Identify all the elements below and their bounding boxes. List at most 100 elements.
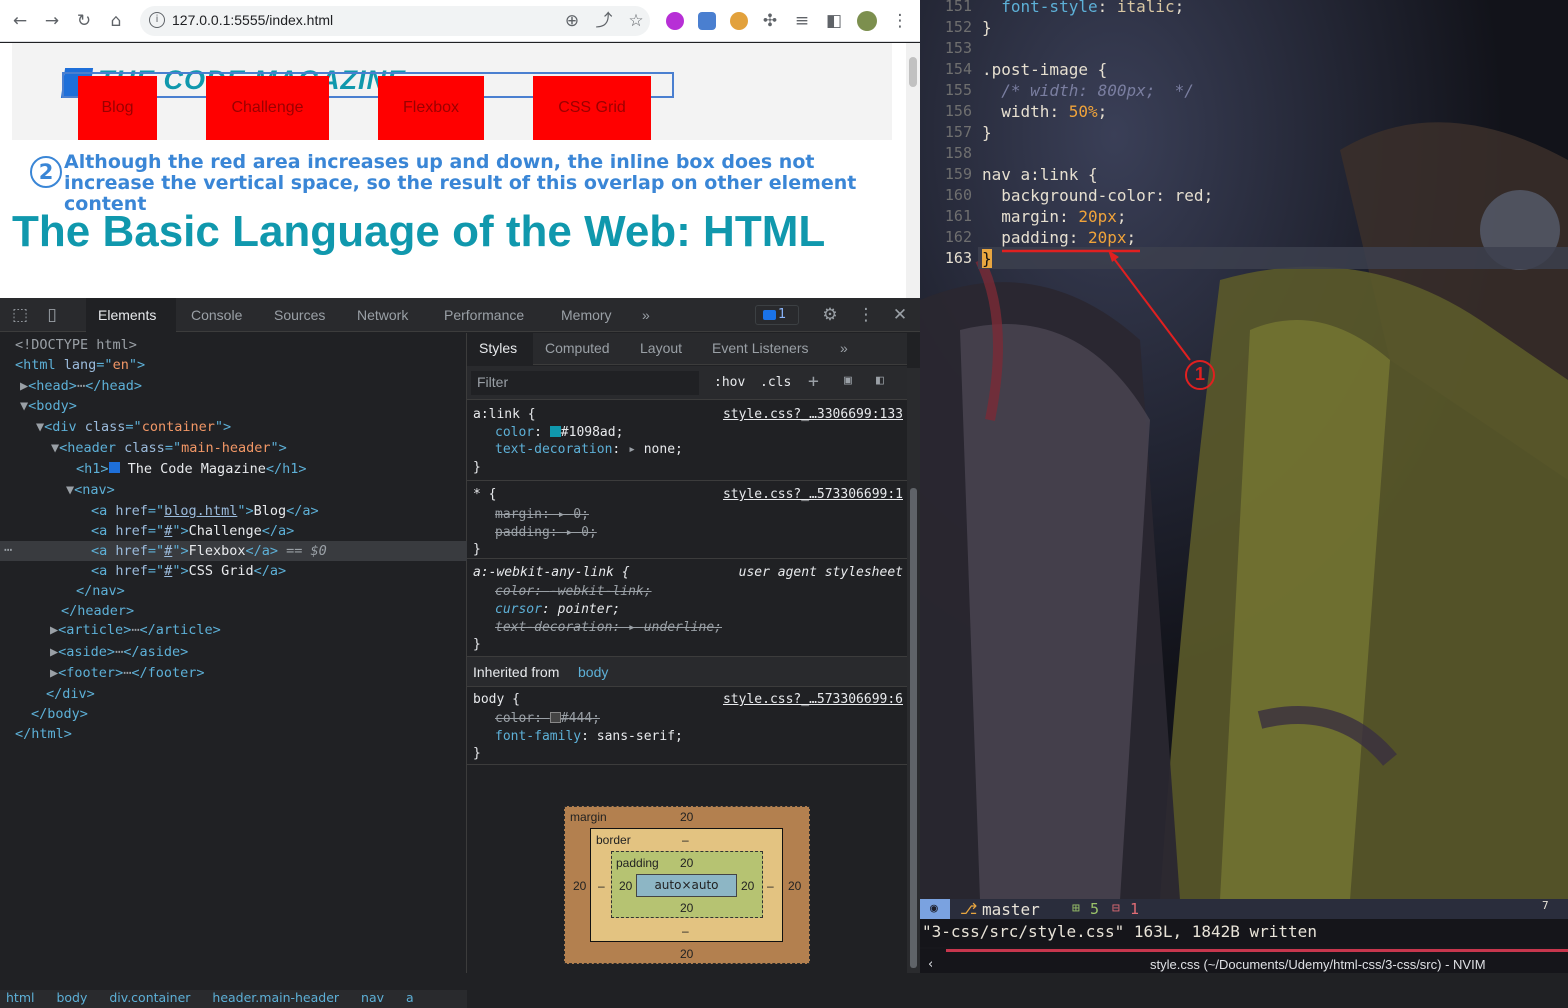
browser-menu-icon[interactable]: ⋮ [888,9,912,33]
border-top[interactable]: – [682,833,689,847]
chevron-left-icon[interactable]: ‹ [928,957,933,972]
color-swatch[interactable] [549,712,561,723]
head-node[interactable]: ▶<head>⋯</head> [20,378,142,394]
prop-padding[interactable]: padding: ▸ 0; [495,525,597,540]
border-left[interactable]: – [598,879,605,893]
box-model-content[interactable]: auto×auto [636,874,737,897]
issues-badge[interactable]: 1 [755,305,799,325]
crumb-body[interactable]: body [56,990,87,1005]
a-challenge-node[interactable]: <a href="#">Challenge</a> [91,523,294,539]
article-node[interactable]: ▶<article>⋯</article> [50,622,221,638]
rule-source-link[interactable]: style.css?_…3306699:133 [723,407,903,422]
color-swatch[interactable] [549,426,561,437]
padding-right[interactable]: 20 [741,879,754,893]
rule-source-link[interactable]: style.css?_…573306699:1 [723,487,903,502]
command-line[interactable]: "3-css/src/style.css" 163L, 1842B writte… [920,919,1568,947]
tab-console[interactable]: Console [191,307,242,323]
a-blog-node[interactable]: <a href="blog.html">Blog</a> [91,503,319,519]
scroll-thumb[interactable] [909,57,917,87]
body-close-node[interactable]: </body> [31,706,88,722]
a-flexbox-node[interactable]: <a href="#">Flexbox</a> == $0 [91,543,327,559]
settings-gear-icon[interactable]: ⚙ [818,303,842,327]
inspect-element-icon[interactable]: ⬚ [8,303,32,327]
forward-icon[interactable]: → [40,9,64,33]
page-scrollbar[interactable] [906,43,920,298]
padding-left[interactable]: 20 [619,879,632,893]
html-close-node[interactable]: </html> [15,726,72,742]
crumb-div[interactable]: div.container [109,990,190,1005]
paint-format-icon[interactable]: ▣ [844,373,852,388]
nav-link-css-grid[interactable]: CSS Grid [533,76,651,140]
crumb-nav[interactable]: nav [361,990,384,1005]
devtools-menu-icon[interactable]: ⋮ [854,303,878,327]
cls-toggle[interactable]: .cls [760,375,791,390]
extensions-puzzle-icon[interactable]: ✣ [758,9,782,33]
tab-event-listeners[interactable]: Event Listeners [712,340,809,356]
side-panel-icon[interactable]: ◧ [822,9,846,33]
tab-elements[interactable]: Elements [98,307,156,323]
translate-extension-icon[interactable] [698,12,716,30]
new-rule-plus-icon[interactable]: + [808,371,819,392]
doctype-node[interactable]: <!DOCTYPE html> [15,337,137,353]
footer-node[interactable]: ▶<footer>⋯</footer> [50,665,205,681]
toggle-sidebar-icon[interactable]: ◧ [876,373,884,388]
margin-right[interactable]: 20 [788,879,801,893]
inherited-from-link[interactable]: body [578,664,608,680]
hov-toggle[interactable]: :hov [714,375,745,390]
prop-margin[interactable]: margin: ▸ 0; [495,507,589,522]
close-icon[interactable]: ✕ [888,303,912,327]
back-icon[interactable]: ← [8,9,32,33]
address-bar[interactable]: i 127.0.0.1:5555/index.html ⊕ ⤴ ☆ [140,6,650,36]
node-actions-ellipsis[interactable]: ⋯ [4,542,12,558]
crumb-html[interactable]: html [6,990,34,1005]
device-toolbar-icon[interactable]: ▯ [40,303,64,327]
a-cssgrid-node[interactable]: <a href="#">CSS Grid</a> [91,563,286,579]
padding-bottom[interactable]: 20 [680,901,693,915]
reload-icon[interactable]: ↻ [72,9,96,33]
zoom-icon[interactable]: ⊕ [560,9,584,33]
nav-link-flexbox[interactable]: Flexbox [378,76,484,140]
crumb-a[interactable]: a [406,990,414,1005]
nav-node[interactable]: ▼<nav> [66,482,115,498]
tab-styles[interactable]: Styles [479,340,517,356]
header-node[interactable]: ▼<header class="main-header"> [51,440,287,456]
styles-scrollbar[interactable] [907,368,920,973]
prop-color[interactable]: color: #444; [495,711,600,726]
margin-bottom[interactable]: 20 [680,947,693,961]
tab-network[interactable]: Network [357,307,408,323]
share-icon[interactable]: ⤴ [592,9,616,33]
rule-source-link[interactable]: style.css?_…573306699:6 [723,692,903,707]
header-close-node[interactable]: </header> [61,603,134,619]
tab-sources[interactable]: Sources [274,307,325,323]
styles-scroll-thumb[interactable] [910,488,917,968]
more-tabs-icon[interactable]: » [642,307,650,323]
site-info-icon[interactable]: i [149,12,165,28]
bookmark-star-icon[interactable]: ☆ [624,9,648,33]
prop-text-decoration[interactable]: text-decoration: ▸ none; [495,442,683,457]
div-close-node[interactable]: </div> [46,686,95,702]
cookie-extension-icon[interactable] [730,12,748,30]
crumb-header[interactable]: header.main-header [212,990,339,1005]
div-container-node[interactable]: ▼<div class="container"> [36,419,231,435]
padding-top[interactable]: 20 [680,856,693,870]
aside-node[interactable]: ▶<aside>⋯</aside> [50,644,188,660]
more-style-tabs-icon[interactable]: » [840,340,848,356]
profile-avatar[interactable] [857,11,877,31]
border-right[interactable]: – [767,879,774,893]
nav-link-challenge[interactable]: Challenge [206,76,329,140]
home-icon[interactable]: ⌂ [104,9,128,33]
filter-input[interactable]: Filter [471,371,699,395]
margin-top[interactable]: 20 [680,810,693,824]
border-bottom[interactable]: – [682,924,689,938]
body-node[interactable]: ▼<body> [20,398,77,414]
html-node[interactable]: <html lang="en"> [15,357,145,373]
h1-node[interactable]: <h1> The Code Magazine</h1> [76,461,306,477]
tab-layout[interactable]: Layout [640,340,682,356]
nav-link-blog[interactable]: Blog [78,76,157,140]
extension-icon[interactable] [666,12,684,30]
media-control-icon[interactable]: ≡ [790,9,814,33]
prop-color[interactable]: color: #1098ad; [495,425,623,440]
tab-computed[interactable]: Computed [545,340,610,356]
prop-font-family[interactable]: font-family: sans-serif; [495,729,683,744]
nav-close-node[interactable]: </nav> [76,583,125,599]
